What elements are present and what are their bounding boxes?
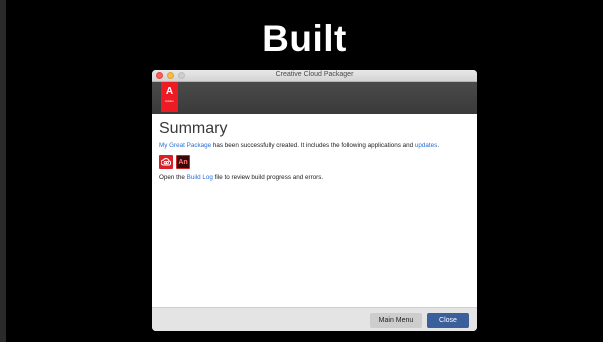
app-window: Creative Cloud Packager A Adobe Summary …: [152, 70, 477, 331]
package-created-message: My Great Package has been successfully c…: [159, 141, 471, 150]
window-titlebar: Creative Cloud Packager: [152, 70, 477, 82]
included-apps-list: An: [159, 155, 471, 169]
main-menu-button[interactable]: Main Menu: [370, 313, 422, 328]
updates-link[interactable]: updates: [415, 142, 437, 149]
message-period: .: [437, 142, 440, 149]
log-suffix: file to review build progress and errors…: [212, 174, 324, 181]
package-name-link[interactable]: My Great Package: [159, 142, 211, 149]
log-prefix: Open the: [159, 174, 187, 181]
adobe-logo-word: Adobe: [165, 99, 174, 103]
window-title: Creative Cloud Packager: [275, 71, 354, 78]
brand-header: A Adobe: [152, 82, 477, 114]
close-button[interactable]: Close: [427, 313, 469, 328]
created-text: has been successfully created. It includ…: [211, 142, 415, 149]
summary-panel: Summary My Great Package has been succes…: [152, 114, 477, 182]
window-footer: Main Menu Close: [152, 307, 477, 331]
creative-cloud-icon[interactable]: [159, 155, 173, 169]
build-log-message: Open the Build Log file to review build …: [159, 173, 471, 182]
creative-cloud-glyph: [161, 158, 171, 166]
animate-icon[interactable]: An: [176, 155, 190, 169]
slide-title: Built: [262, 18, 347, 59]
adobe-logo: A Adobe: [161, 82, 178, 112]
presentation-slide: Built Creative Cloud Packager A Adobe Su…: [0, 0, 603, 342]
build-log-link[interactable]: Build Log: [187, 174, 213, 181]
adobe-logo-mark: A: [165, 86, 174, 97]
page-title: Summary: [159, 120, 228, 137]
